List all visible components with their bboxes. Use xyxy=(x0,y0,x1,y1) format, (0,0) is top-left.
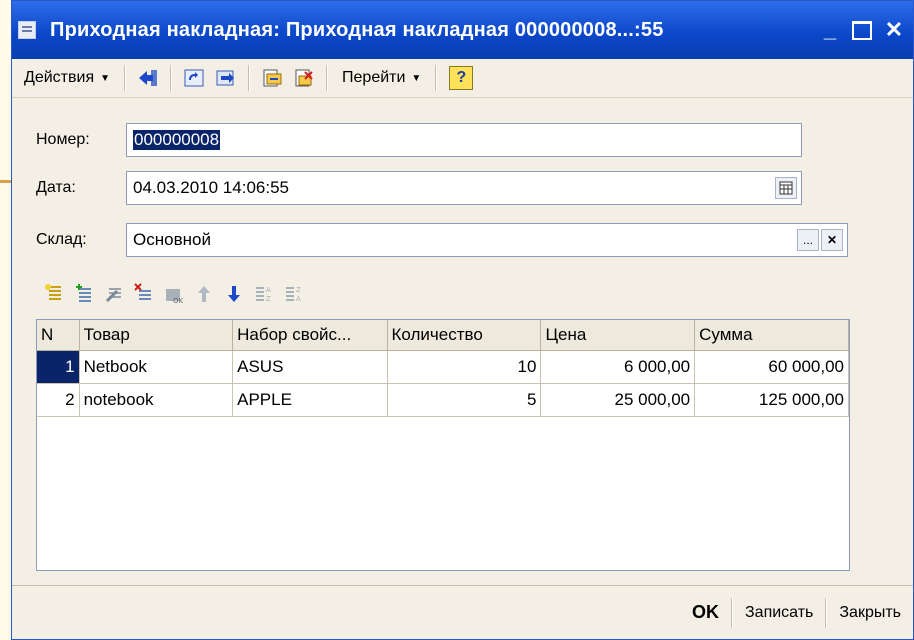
table-toolbar: OK AZ ZA xyxy=(42,281,306,307)
minimize-button[interactable]: _ xyxy=(817,17,843,43)
number-row: Номер: 000000008 xyxy=(36,123,802,157)
qty-cell[interactable]: 10 xyxy=(387,350,542,384)
goto-label: Перейти xyxy=(342,69,406,86)
save-button[interactable]: Записать xyxy=(733,593,825,633)
edit-row-icon xyxy=(102,281,126,307)
column-header-qty[interactable]: Количество xyxy=(387,320,542,351)
price-cell[interactable]: 6 000,00 xyxy=(540,350,696,384)
toolbar-separator xyxy=(170,65,173,91)
title-bar[interactable]: Приходная накладная: Приходная накладная… xyxy=(12,1,913,59)
item-cell[interactable]: notebook xyxy=(79,383,234,417)
date-label: Дата: xyxy=(36,179,76,196)
chevron-down-icon: ▼ xyxy=(100,72,111,84)
add-row-icon[interactable] xyxy=(42,281,66,307)
move-down-icon[interactable] xyxy=(222,281,246,307)
actions-menu[interactable]: Действия ▼ xyxy=(16,69,118,87)
row-number[interactable]: 1 xyxy=(37,350,80,384)
table-header-row: N Товар Набор свойс... Количество Цена С… xyxy=(37,320,849,351)
refresh-icon[interactable] xyxy=(182,66,206,90)
maximize-button[interactable] xyxy=(849,17,875,43)
help-button[interactable]: ? xyxy=(449,66,474,90)
warehouse-label: Склад: xyxy=(36,231,87,248)
toolbar-separator xyxy=(435,65,438,91)
warehouse-value: Основной xyxy=(133,230,211,249)
svg-text:A: A xyxy=(296,295,301,303)
copy-row-icon[interactable] xyxy=(72,281,96,307)
sort-ascending-icon: AZ xyxy=(252,281,276,307)
svg-text:A: A xyxy=(266,286,271,294)
end-edit-icon: OK xyxy=(162,281,186,307)
column-header-price[interactable]: Цена xyxy=(540,320,696,351)
goto-menu[interactable]: Перейти ▼ xyxy=(334,69,429,87)
toolbar: Действия ▼ Перейти ▼ ? xyxy=(12,59,913,98)
qty-cell[interactable]: 5 xyxy=(387,383,542,417)
svg-text:OK: OK xyxy=(173,297,184,305)
toolbar-separator xyxy=(248,65,251,91)
arrow-left-icon[interactable] xyxy=(136,66,160,90)
warehouse-field[interactable]: Основной ... ✕ xyxy=(126,223,848,257)
column-header-sum[interactable]: Сумма xyxy=(694,320,849,351)
column-header-item[interactable]: Товар xyxy=(79,320,234,351)
clear-button[interactable]: ✕ xyxy=(821,229,843,251)
footer-bar: OK Записать Закрыть xyxy=(12,585,913,639)
post-document-icon[interactable] xyxy=(260,66,284,90)
row-number[interactable]: 2 xyxy=(37,383,80,417)
svg-text:Z: Z xyxy=(296,286,301,294)
number-value: 000000008 xyxy=(133,130,221,150)
props-cell[interactable]: ASUS xyxy=(232,350,388,384)
sum-cell[interactable]: 125 000,00 xyxy=(694,383,849,417)
actions-label: Действия xyxy=(24,69,95,86)
number-field[interactable]: 000000008 xyxy=(126,123,802,157)
price-cell[interactable]: 25 000,00 xyxy=(540,383,696,417)
unpost-document-icon[interactable] xyxy=(292,66,316,90)
document-icon xyxy=(18,21,36,39)
props-cell[interactable]: APPLE xyxy=(232,383,388,417)
warehouse-row: Склад: Основной ... ✕ xyxy=(36,223,848,257)
ok-button[interactable]: OK xyxy=(680,593,731,633)
date-row: Дата: 04.03.2010 14:06:55 xyxy=(36,171,802,205)
invoice-window: Приходная накладная: Приходная накладная… xyxy=(11,0,914,640)
close-button[interactable]: ✕ xyxy=(881,17,907,43)
date-field[interactable]: 04.03.2010 14:06:55 xyxy=(126,171,802,205)
window-title: Приходная накладная: Приходная накладная… xyxy=(50,18,664,41)
sort-descending-icon: ZA xyxy=(282,281,306,307)
delete-row-icon[interactable] xyxy=(132,281,156,307)
select-button[interactable]: ... xyxy=(797,229,819,251)
sum-cell[interactable]: 60 000,00 xyxy=(694,350,849,384)
column-header-props[interactable]: Набор свойс... xyxy=(232,320,388,351)
item-cell[interactable]: Netbook xyxy=(79,350,234,384)
items-table[interactable]: N Товар Набор свойс... Количество Цена С… xyxy=(36,319,850,571)
svg-text:Z: Z xyxy=(266,295,271,303)
table-row[interactable]: 2 notebook APPLE 5 25 000,00 125 000,00 xyxy=(37,383,849,417)
calendar-icon[interactable] xyxy=(775,177,797,199)
table-row[interactable]: 1 Netbook ASUS 10 6 000,00 60 000,00 xyxy=(37,350,849,384)
move-up-icon xyxy=(192,281,216,307)
close-form-button[interactable]: Закрыть xyxy=(827,593,913,633)
toolbar-separator xyxy=(326,65,329,91)
swap-icon[interactable] xyxy=(214,66,238,90)
number-label: Номер: xyxy=(36,131,90,148)
maximize-icon xyxy=(852,20,872,40)
chevron-down-icon: ▼ xyxy=(411,72,422,84)
date-value: 04.03.2010 14:06:55 xyxy=(133,178,289,197)
toolbar-separator xyxy=(124,65,127,91)
column-header-n[interactable]: N xyxy=(37,320,80,351)
